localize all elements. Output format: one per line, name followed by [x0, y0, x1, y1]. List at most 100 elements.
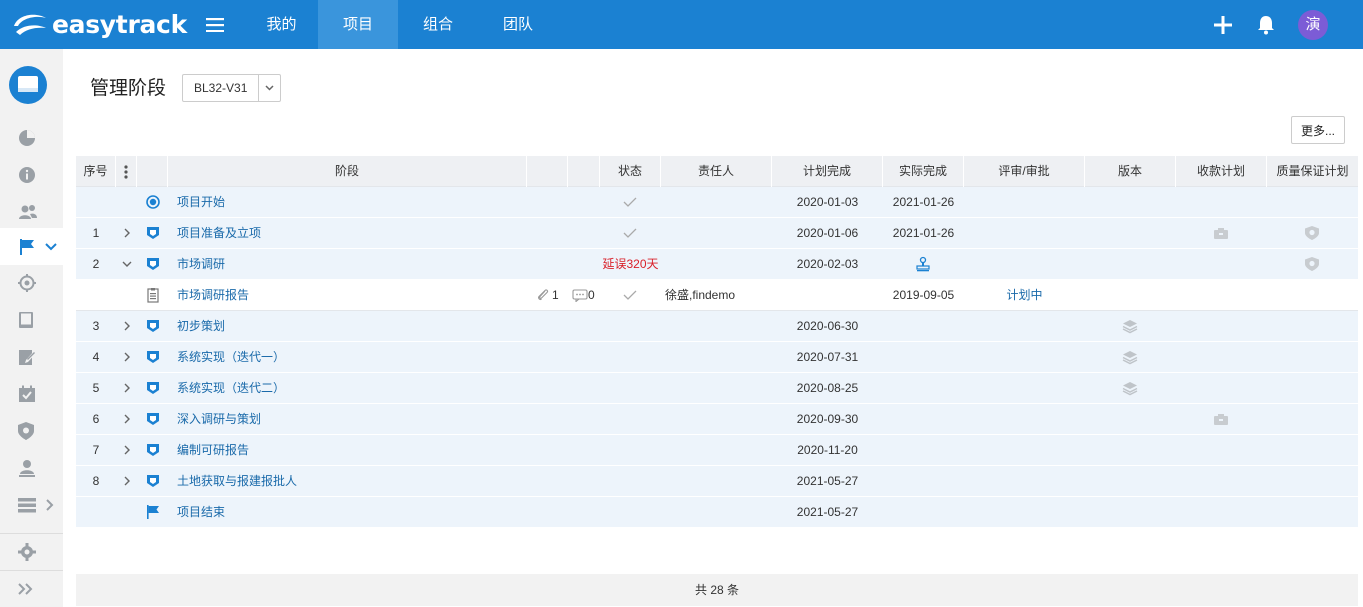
checkmark-icon: [623, 290, 637, 300]
nav-portfolio[interactable]: 组合: [398, 0, 478, 49]
table-row[interactable]: 项目结束 2021-05-27: [76, 497, 1358, 528]
gear-icon: [18, 543, 36, 561]
menu-icon[interactable]: [201, 13, 229, 37]
header-review[interactable]: 评审/审批: [964, 156, 1085, 187]
sidebar-item-edit[interactable]: [0, 338, 63, 375]
bell-icon[interactable]: [1253, 12, 1279, 38]
layers-icon[interactable]: [1122, 380, 1138, 396]
header-actual[interactable]: 实际完成: [883, 156, 964, 187]
column-menu-icon[interactable]: [116, 156, 137, 187]
layers-icon[interactable]: [1122, 318, 1138, 334]
chevron-right-icon[interactable]: [119, 473, 135, 489]
stage-name-link[interactable]: 系统实现（迭代一）: [177, 342, 285, 372]
stage-name-link[interactable]: 市场调研: [177, 249, 225, 279]
nav-team[interactable]: 团队: [478, 0, 558, 49]
review-status-link[interactable]: 计划中: [964, 280, 1085, 310]
version-select[interactable]: BL32-V31: [182, 74, 281, 102]
table-row[interactable]: 1 项目准备及立项 2020-01-06 2021-01-26: [76, 218, 1358, 249]
row-seq: 8: [92, 474, 100, 488]
header-qa[interactable]: 质量保证计划: [1267, 156, 1358, 187]
stage-name-link[interactable]: 系统实现（迭代二）: [177, 373, 285, 403]
sidebar-item-person[interactable]: [0, 449, 63, 486]
stage-name-link[interactable]: 项目开始: [177, 187, 225, 217]
chevron-right-icon[interactable]: [119, 380, 135, 396]
more-button[interactable]: 更多...: [1291, 116, 1345, 144]
stage-name-link[interactable]: 项目准备及立项: [177, 218, 261, 248]
stamp-icon[interactable]: [915, 256, 931, 272]
table-row[interactable]: 5 系统实现（迭代二） 2020-08-25: [76, 373, 1358, 404]
pie-chart-icon: [19, 129, 35, 146]
stage-name-link[interactable]: 项目结束: [177, 497, 225, 527]
chevron-down-icon[interactable]: [119, 256, 135, 272]
table-row[interactable]: 3 初步策划 2020-06-30: [76, 311, 1358, 342]
chevron-right-icon[interactable]: [119, 318, 135, 334]
chevron-right-icon[interactable]: [119, 349, 135, 365]
table-row[interactable]: 2 市场调研 延误320天 2020-02-03: [76, 249, 1358, 280]
header-seq[interactable]: 序号: [76, 156, 116, 187]
stage-shield-icon: [147, 351, 159, 363]
table-row[interactable]: 4 系统实现（迭代一） 2020-07-31: [76, 342, 1358, 373]
row-seq: 1: [92, 226, 100, 240]
header-planned[interactable]: 计划完成: [772, 156, 883, 187]
payment-box-icon[interactable]: [1213, 411, 1229, 427]
table-row[interactable]: 市场调研报告 1 0 徐盛,findemo 2019-09-05 计划中: [76, 280, 1358, 311]
payment-box-icon[interactable]: [1213, 225, 1229, 241]
chevron-right-icon: [46, 498, 54, 511]
sidebar-item-list[interactable]: [0, 486, 63, 523]
expand-sidebar-button[interactable]: [0, 570, 63, 607]
table-row[interactable]: 7 编制可研报告 2020-11-20: [76, 435, 1358, 466]
sidebar-item-info[interactable]: [0, 156, 63, 193]
project-avatar-icon[interactable]: [9, 66, 47, 104]
checkmark-icon: [623, 228, 637, 238]
planned-date: 2020-06-30: [796, 319, 859, 333]
layers-icon[interactable]: [1122, 349, 1138, 365]
logo[interactable]: easytrack: [12, 8, 187, 40]
chevron-right-icon[interactable]: [119, 411, 135, 427]
chevron-right-icon[interactable]: [119, 225, 135, 241]
table-row[interactable]: 6 深入调研与策划 2020-09-30: [76, 404, 1358, 435]
flag-icon: [20, 238, 34, 255]
stage-shield-icon: [147, 475, 159, 487]
row-seq: 3: [92, 319, 100, 333]
sidebar-item-target[interactable]: [0, 264, 63, 301]
add-icon[interactable]: [1210, 12, 1236, 38]
header-attachments: [527, 156, 568, 187]
sidebar-item-docs[interactable]: [0, 301, 63, 338]
header-payment[interactable]: 收款计划: [1176, 156, 1267, 187]
nav-projects[interactable]: 项目: [318, 0, 398, 49]
header-stage[interactable]: 阶段: [168, 156, 527, 187]
actual-date: 2021-01-26: [892, 226, 955, 240]
qa-shield-icon[interactable]: [1304, 225, 1320, 241]
nav-mine[interactable]: 我的: [245, 0, 318, 49]
sidebar-item-quality[interactable]: [0, 412, 63, 449]
sidebar-item-tasks[interactable]: [0, 375, 63, 412]
row-seq: 5: [92, 381, 100, 395]
planned-date: 2020-01-03: [796, 195, 859, 209]
sidebar-item-overview[interactable]: [0, 119, 63, 156]
sidebar-item-members[interactable]: [0, 193, 63, 230]
chevron-right-icon[interactable]: [119, 442, 135, 458]
document-name-link[interactable]: 市场调研报告: [177, 280, 249, 310]
sidebar-item-stages[interactable]: [0, 228, 63, 265]
logo-swoosh-icon: [14, 14, 46, 35]
stage-name-link[interactable]: 土地获取与报建报批人: [177, 466, 297, 496]
qa-shield-icon[interactable]: [1304, 256, 1320, 272]
table-row[interactable]: 项目开始 2020-01-03 2021-01-26: [76, 187, 1358, 218]
header-status[interactable]: 状态: [600, 156, 661, 187]
header-version[interactable]: 版本: [1085, 156, 1176, 187]
user-avatar[interactable]: 演: [1298, 10, 1328, 40]
paperclip-icon[interactable]: [536, 288, 550, 302]
header-owner[interactable]: 责任人: [661, 156, 772, 187]
page-title: 管理阶段: [90, 78, 167, 99]
row-seq: 6: [92, 412, 100, 426]
stage-name-link[interactable]: 编制可研报告: [177, 435, 249, 465]
stage-name-link[interactable]: 深入调研与策划: [177, 404, 261, 434]
actual-date: 2019-09-05: [892, 288, 955, 302]
stage-name-link[interactable]: 初步策划: [177, 311, 225, 341]
sidebar: [0, 49, 63, 607]
table-row[interactable]: 8 土地获取与报建报批人 2021-05-27: [76, 466, 1358, 497]
planned-date: 2021-05-27: [796, 505, 859, 519]
comment-icon[interactable]: [572, 288, 588, 302]
stage-shield-icon: [147, 320, 159, 332]
settings-button[interactable]: [0, 533, 63, 570]
